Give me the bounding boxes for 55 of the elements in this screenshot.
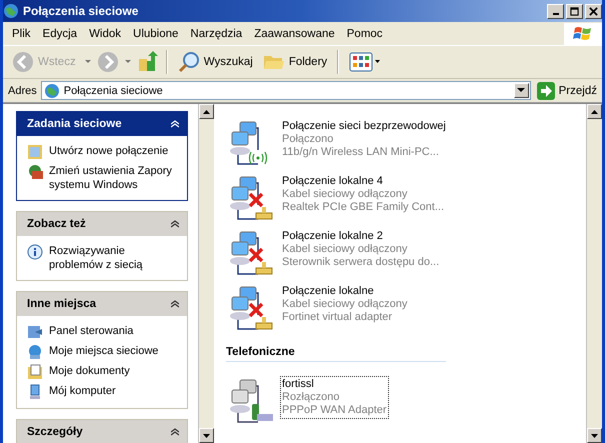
pane-header[interactable]: Zobacz też (17, 212, 187, 236)
menu-item[interactable]: Narzędzia (187, 28, 252, 40)
task-link[interactable]: Rozwiązywanie problemów z siecią (49, 244, 181, 272)
menu-item[interactable]: Pomoc (344, 28, 392, 40)
folder-up-icon[interactable] (136, 51, 159, 73)
info-icon (27, 244, 43, 260)
collapse-chevron-icon (171, 220, 179, 228)
pane-header[interactable]: Zadania sieciowe (17, 112, 187, 136)
menu-item[interactable]: Edycja (40, 28, 86, 40)
globe-icon (3, 3, 19, 19)
scrollbar[interactable] (198, 104, 214, 443)
task-link[interactable]: Zmień ustawienia Zapory systemu Windows (49, 164, 181, 192)
maximize-button[interactable] (566, 4, 583, 18)
task-link[interactable]: Mój komputer (49, 384, 116, 398)
pane-header[interactable]: Szczegóły (17, 420, 187, 443)
views-icon (349, 51, 382, 73)
documents-icon (27, 364, 43, 380)
menu-item[interactable]: Zaawansowane (251, 28, 344, 40)
close-button[interactable] (585, 4, 602, 18)
globe-icon (44, 82, 60, 98)
scroll-up-icon[interactable] (591, 110, 598, 114)
menu-item[interactable]: Plik (9, 28, 40, 40)
connection-item[interactable]: Połączenie sieci bezprzewodowej Połączono 11b/g/n Wireless LAN Mini-PC... (280, 118, 448, 161)
task-link[interactable]: Moje miejsca sieciowe (49, 344, 158, 358)
scroll-down-icon[interactable] (203, 434, 210, 438)
collapse-chevron-icon (171, 428, 179, 436)
connection-item[interactable]: Połączenie lokalne 2 Kabel sieciowy odłączony Sterownik serwera dostępu do... (280, 228, 442, 271)
computer-icon (27, 384, 43, 400)
task-link[interactable]: Utwórz nowe połączenie (49, 144, 168, 158)
connection-item[interactable]: Połączenie lokalne Kabel sieciowy odłączony Fortinet virtual adapter (280, 283, 410, 326)
collapse-chevron-icon (171, 300, 179, 308)
minimize-button[interactable] (547, 4, 564, 18)
scroll-down-icon[interactable] (591, 434, 598, 438)
connection-item[interactable]: Połączenie lokalne 4 Kabel sieciowy odłączony Realtek PCIe GBE Family Cont... (280, 173, 446, 216)
search-button[interactable]: Wyszukaj (174, 49, 256, 75)
pane-header[interactable]: Inne miejsca (17, 292, 187, 316)
search-icon (178, 51, 200, 73)
dropdown-arrow-icon[interactable] (517, 88, 526, 93)
menu-item[interactable]: Widok (86, 28, 130, 40)
window-title: Połączenia sieciowe (23, 4, 140, 18)
folders-button[interactable]: Foldery (260, 49, 330, 75)
address-label: Adres (8, 84, 37, 96)
group-heading: Telefoniczne (226, 338, 446, 362)
close-icon (589, 6, 598, 16)
connection-item[interactable]: fortissl Rozłączono PPPoP WAN Adapter (280, 376, 389, 419)
scroll-up-icon[interactable] (203, 110, 210, 114)
task-link[interactable]: Moje dokumenty (49, 364, 130, 378)
menu-item[interactable]: Ulubione (130, 28, 188, 40)
maximize-icon (570, 6, 579, 16)
task-link[interactable]: Panel sterowania (49, 324, 134, 338)
address-field[interactable]: Połączenia sieciowe (40, 81, 531, 100)
scrollbar[interactable] (586, 104, 602, 443)
minimize-icon (552, 13, 558, 15)
collapse-chevron-icon (171, 120, 179, 128)
go-button[interactable]: Przejdź (534, 82, 599, 100)
